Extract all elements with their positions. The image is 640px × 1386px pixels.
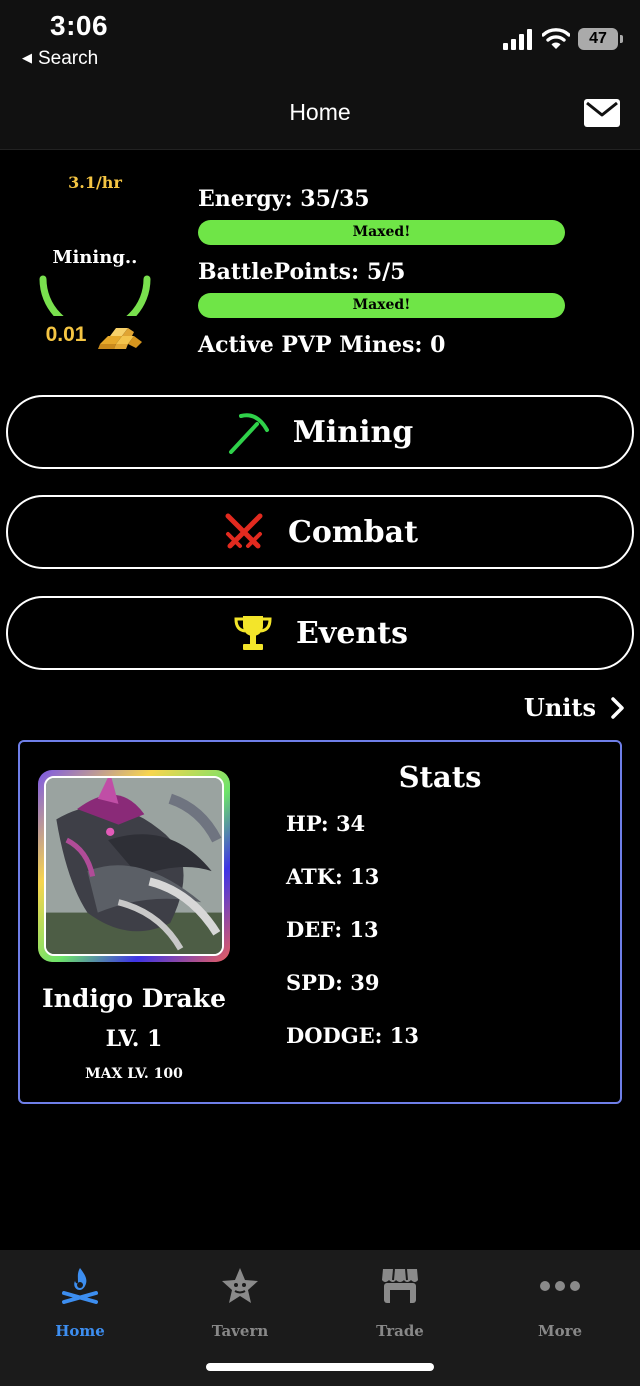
home-indicator[interactable] [206, 1363, 434, 1371]
tab-home[interactable]: Home [20, 1264, 140, 1340]
tab-tavern[interactable]: Tavern [180, 1264, 300, 1340]
mining-status: 3.1/hr Mining.. 0.01 [30, 165, 160, 350]
unit-stats-list: HP: 34 ATK: 13 DEF: 13 SPD: 39 DODGE: 13 [286, 806, 419, 1071]
mining-button-label: Mining [292, 414, 414, 450]
unit-name: Indigo Drake [42, 984, 226, 1013]
unit-portrait-frame [38, 770, 230, 962]
crossed-swords-icon [225, 513, 263, 549]
energy-label: Energy: 35/35 [198, 186, 370, 212]
navigation-bar: Home [0, 80, 640, 150]
tab-tavern-label: Tavern [211, 1322, 269, 1340]
trophy-icon [234, 616, 272, 650]
mining-state-label: Mining.. [52, 247, 138, 268]
wifi-icon [542, 28, 570, 49]
status-bar: 3:06 ◀ Search 47 [0, 0, 640, 80]
battle-points-bar: Maxed! [198, 293, 565, 318]
stat-hp: HP: 34 [286, 811, 366, 836]
tab-more-label: More [537, 1322, 583, 1340]
page-title: Home [289, 99, 351, 125]
stat-atk: ATK: 13 [286, 864, 380, 889]
tab-more[interactable]: More [500, 1264, 620, 1340]
stats-title: Stats [398, 760, 482, 794]
battery-indicator: 47 [578, 28, 623, 50]
mining-rate: 3.1/hr [68, 173, 122, 192]
tab-home-label: Home [55, 1322, 105, 1340]
tab-trade-label: Trade [376, 1322, 424, 1340]
units-link[interactable]: Units [524, 693, 624, 722]
unit-level: LV. 1 [105, 1026, 163, 1052]
more-dots-icon [540, 1281, 580, 1291]
clock: 3:06 [50, 10, 109, 41]
back-to-search[interactable]: ◀ Search [22, 48, 98, 70]
star-badge-icon [222, 1268, 258, 1303]
combat-button[interactable]: Combat [6, 495, 634, 569]
events-button[interactable]: Events [6, 596, 634, 670]
mail-icon[interactable] [584, 99, 620, 127]
combat-button-label: Combat [288, 514, 418, 550]
back-label: Search [38, 48, 99, 69]
tab-trade[interactable]: Trade [340, 1264, 460, 1340]
battle-points-label: BattlePoints: 5/5 [198, 259, 406, 285]
stat-def: DEF: 13 [286, 917, 379, 942]
gold-balance: 0.01 [30, 320, 160, 350]
events-button-label: Events [296, 615, 408, 651]
units-link-label: Units [523, 693, 596, 722]
mining-progress-arc [39, 275, 151, 316]
gold-bars-icon [98, 328, 143, 349]
signal-icon [503, 29, 532, 50]
stat-dodge: DODGE: 13 [286, 1023, 419, 1048]
stat-spd: SPD: 39 [286, 970, 380, 995]
unit-max-level: MAX LV. 100 [85, 1066, 183, 1082]
pickaxe-icon [228, 413, 269, 454]
gold-amount: 0.01 [45, 323, 87, 346]
chevron-right-icon [611, 696, 624, 719]
unit-portrait [44, 776, 224, 956]
unit-card[interactable]: Indigo Drake LV. 1 MAX LV. 100 Stats HP:… [18, 740, 622, 1104]
shop-icon [382, 1268, 418, 1303]
energy-bar: Maxed! [198, 220, 565, 245]
system-icons: 47 [502, 26, 623, 52]
mining-button[interactable]: Mining [6, 395, 634, 469]
dragon-portrait-image [46, 778, 222, 954]
active-pvp-mines: Active PVP Mines: 0 [198, 332, 446, 358]
player-stats: Energy: 35/35 Maxed! BattlePoints: 5/5 M… [198, 182, 568, 362]
back-triangle-icon: ◀ [22, 50, 32, 65]
campfire-icon [62, 1268, 98, 1304]
